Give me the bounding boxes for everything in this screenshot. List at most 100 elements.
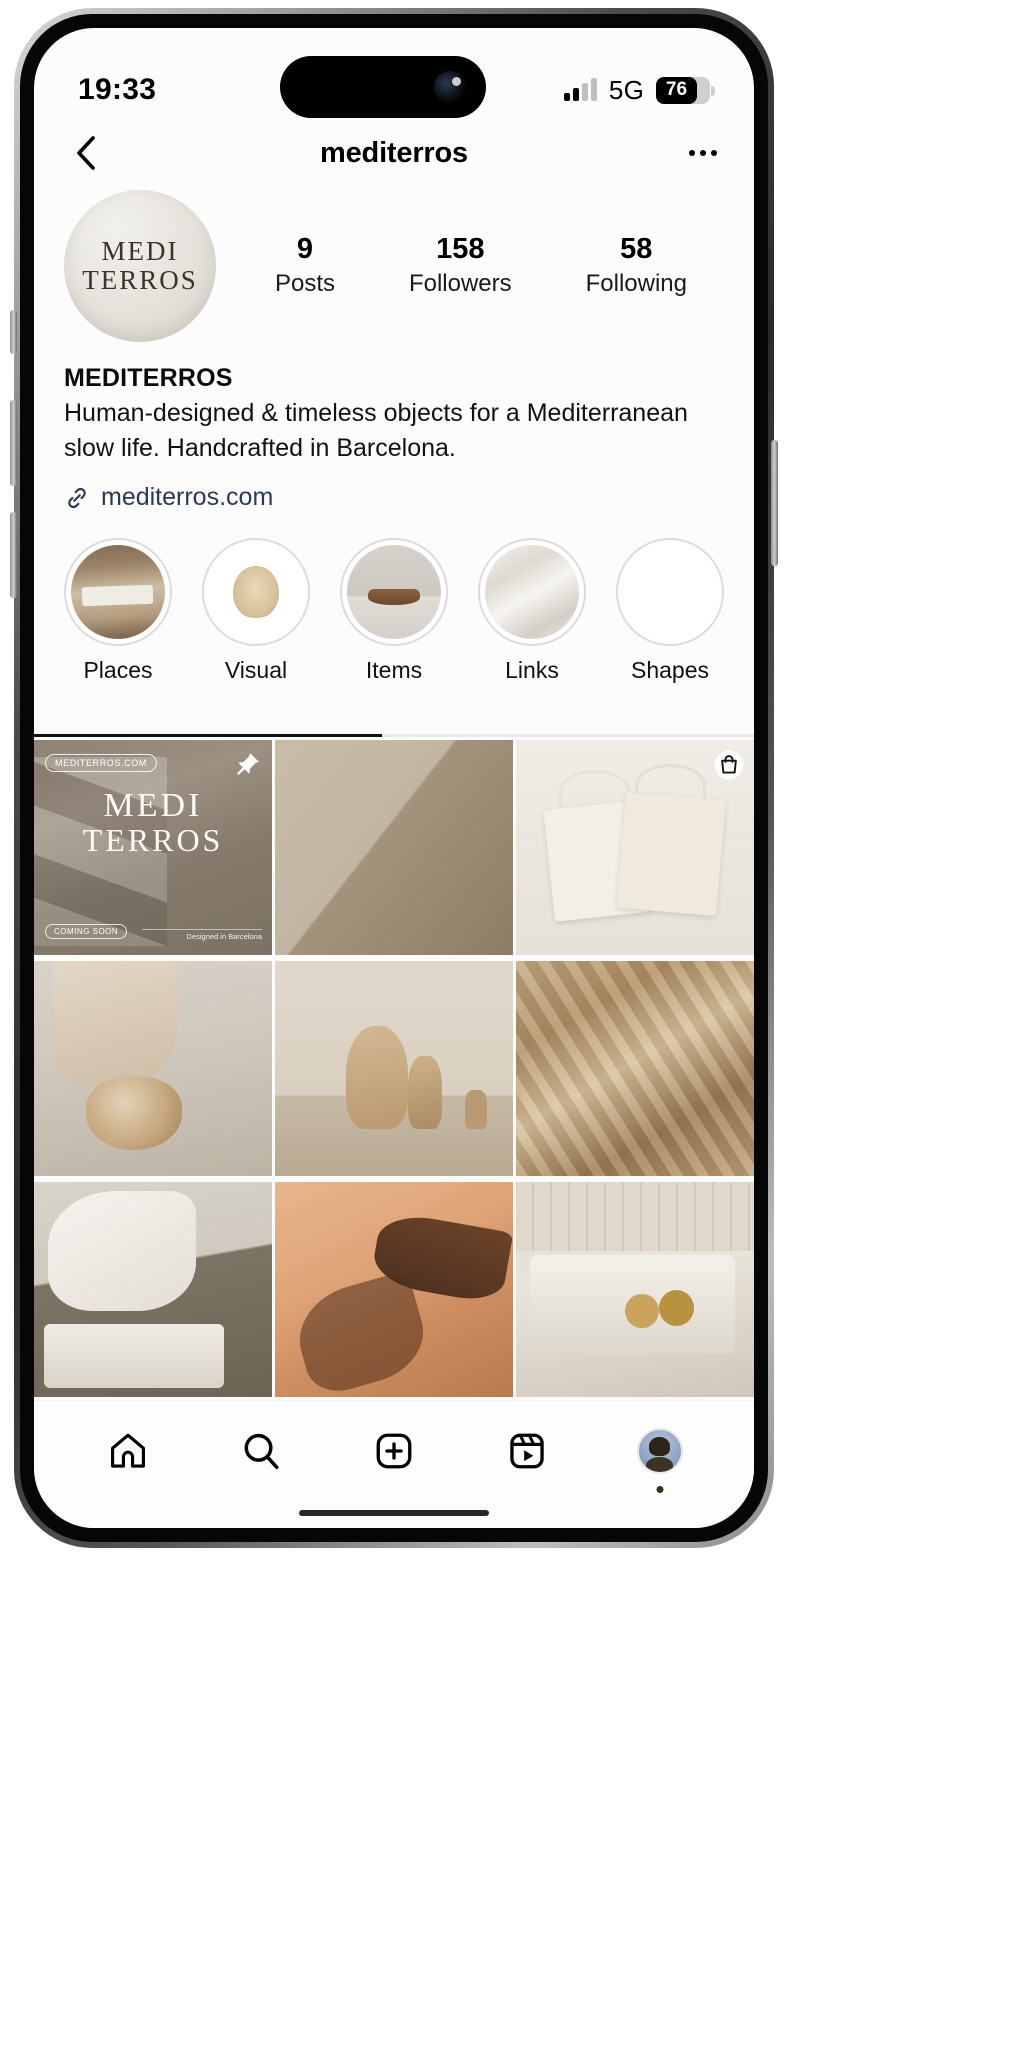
search-icon [244,1433,279,1469]
power-button[interactable] [771,440,778,566]
tab-profile[interactable] [630,1421,690,1493]
profile-link[interactable]: mediterros.com [64,483,724,512]
stat-following[interactable]: 58 Following [586,233,687,300]
post-tile[interactable] [275,961,513,1176]
grid-tab-indicator [34,734,754,737]
post-logo-line2: TERROS [82,821,224,858]
home-icon [111,1433,146,1468]
posts-label: Posts [274,270,335,298]
ellipsis-icon [711,150,717,156]
followers-count: 158 [436,232,485,265]
avatar-logo-line1: MEDI [101,236,179,267]
stat-posts[interactable]: 9 Posts [275,233,335,300]
post-image [408,1055,442,1129]
highlight-thumbnail [209,545,303,639]
grid-tab-active-bar [34,734,382,737]
post-tile[interactable] [516,1182,754,1397]
bio-text: Human-designed & timeless objects for a … [64,399,688,462]
front-camera-icon [434,71,466,103]
highlight-shapes[interactable]: Shapes [616,538,724,684]
battery-percent-label: 76 [665,79,688,100]
back-button[interactable] [62,130,108,176]
highlight-label: Visual [224,657,288,683]
post-tile[interactable] [516,740,754,955]
post-coming-soon-badge: COMING SOON [45,924,128,939]
following-count: 58 [620,232,653,265]
post-badge: MEDITERROS.COM [45,754,157,772]
highlight-label: Places [83,657,153,683]
highlight-thumbnail [71,545,165,639]
post-tile[interactable] [34,1182,272,1397]
highlight-places[interactable]: Places [64,538,172,684]
post-image [625,1293,659,1329]
status-time: 19:33 [78,73,157,106]
signal-bars-icon [563,78,597,101]
profile-section: MEDI TERROS 9 Posts 158 Followers 58 Fol… [34,190,754,512]
chevron-left-icon [77,136,95,170]
ellipsis-icon [689,150,695,156]
phone-screen: 19:33 5G 76 mediterros MEDI TERROS 9 Pos… [34,28,754,1528]
posts-count: 9 [296,232,314,265]
post-image [465,1090,487,1129]
post-tile[interactable] [34,961,272,1176]
post-image [53,961,177,1086]
post-tile[interactable] [516,961,754,1176]
profile-avatar-icon [636,1427,683,1474]
highlight-thumbnail [347,545,441,639]
followers-label: Followers [408,270,512,298]
active-tab-dot [656,1485,664,1493]
highlight-visual[interactable]: Visual [202,538,310,684]
post-tile[interactable] [275,1182,513,1397]
stat-followers[interactable]: 158 Followers [409,233,512,300]
tab-create[interactable] [364,1421,424,1481]
pin-icon [237,753,259,775]
link-url-text: mediterros.com [101,483,274,511]
tab-home[interactable] [98,1421,158,1481]
silent-switch[interactable] [10,310,17,354]
highlight-thumbnail [485,545,579,639]
post-image [43,1323,225,1389]
display-name: MEDITERROS [64,364,233,392]
story-highlights[interactable]: Places Visual Items Links Shapes [34,538,754,684]
highlight-items[interactable]: Items [340,538,448,684]
following-label: Following [585,270,687,298]
post-image [86,1077,182,1151]
post-image [516,1182,754,1251]
post-image [346,1025,409,1129]
plus-square-icon [376,1433,412,1468]
highlight-links[interactable]: Links [478,538,586,684]
post-designed-note: Designed in Barcelona [186,932,262,941]
post-logo-line1: MEDI [103,787,203,824]
highlight-label: Items [365,657,423,683]
ellipsis-icon [700,150,706,156]
post-image [615,791,726,917]
more-options-button[interactable] [680,130,726,176]
bottom-tab-bar [34,1400,754,1528]
highlight-label: Links [505,657,559,683]
profile-stats: 9 Posts 158 Followers 58 Following [216,233,724,300]
post-logo: MEDI TERROS [34,788,272,857]
post-image [48,1190,196,1311]
dynamic-island [280,56,486,118]
post-tile[interactable]: MEDITERROS.COM MEDI TERROS COMING SOON D… [34,740,272,955]
post-image [516,961,754,1176]
volume-down-button[interactable] [10,512,17,598]
tab-reels[interactable] [497,1421,557,1481]
highlight-thumbnail [623,545,717,639]
avatar-logo-line2: TERROS [82,265,198,295]
network-type-label: 5G [608,74,644,105]
shopping-bag-icon [714,750,744,780]
posts-grid[interactable]: MEDITERROS.COM MEDI TERROS COMING SOON D… [34,740,754,1400]
highlight-label: Shapes [630,657,709,683]
navigation-header: mediterros [34,122,754,184]
volume-up-button[interactable] [10,400,17,486]
avatar[interactable]: MEDI TERROS [64,190,216,342]
profile-header-row: MEDI TERROS 9 Posts 158 Followers 58 Fol… [34,190,754,342]
reels-icon [510,1433,544,1468]
post-tile[interactable] [275,740,513,955]
post-image [287,1270,434,1397]
tab-search[interactable] [231,1421,291,1481]
battery-icon: 76 [656,76,715,104]
home-indicator [299,1510,489,1516]
status-indicators: 5G 76 [563,74,715,106]
